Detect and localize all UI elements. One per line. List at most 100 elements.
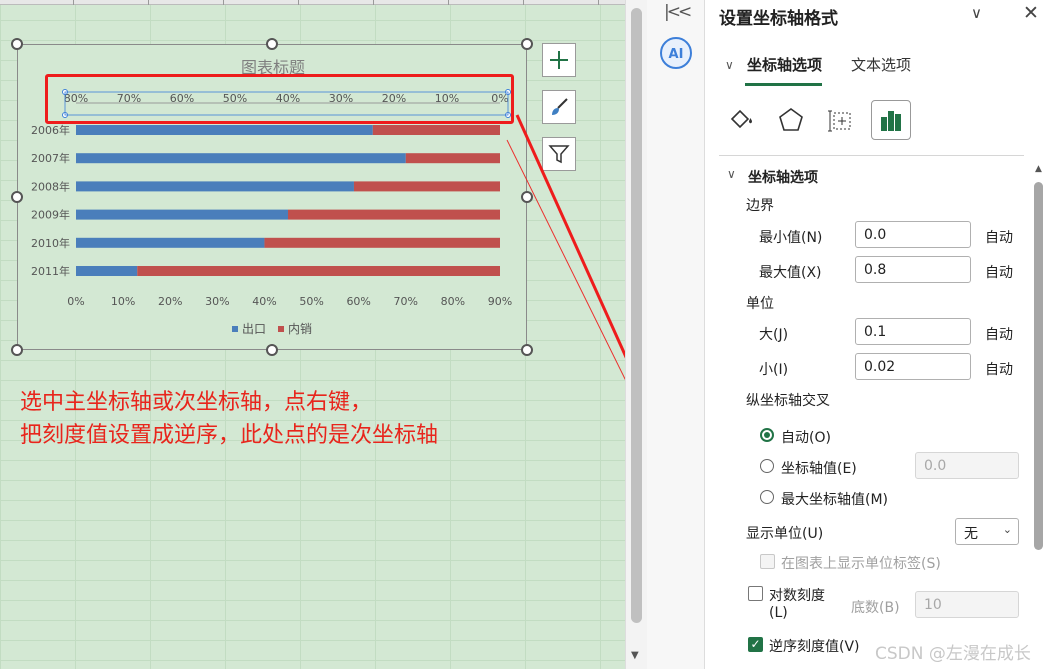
bar-export[interactable] [76, 153, 406, 164]
min-value-input[interactable] [855, 221, 971, 248]
scroll-down-arrow-icon[interactable]: ▼ [631, 650, 639, 661]
sheet-scroll-thumb[interactable] [631, 8, 642, 623]
reverse-order-checkbox[interactable]: ✓ [748, 637, 763, 652]
resize-handle-bottom[interactable] [266, 344, 278, 356]
highlight-secondary-axis-box [45, 74, 514, 124]
primary-axis-tick-label[interactable]: 90% [488, 295, 512, 308]
minor-auto-button[interactable]: 自动 [985, 359, 1013, 379]
pane-options-chevron-icon[interactable]: ∨ [971, 4, 982, 22]
min-auto-button[interactable]: 自动 [985, 227, 1013, 247]
log-base-input[interactable] [915, 591, 1019, 618]
section-chevron-icon[interactable]: ∨ [727, 167, 736, 181]
effects-category[interactable] [771, 100, 811, 140]
cross-auto-label[interactable]: 自动(O) [781, 427, 831, 447]
bar-export[interactable] [76, 237, 265, 248]
svg-text:AI: AI [669, 47, 684, 62]
primary-axis-tick-label[interactable]: 40% [252, 295, 276, 308]
bar-domestic[interactable] [353, 181, 500, 192]
chart-styles-button[interactable] [542, 90, 576, 124]
resize-handle-right[interactable] [521, 191, 533, 203]
major-auto-button[interactable]: 自动 [985, 324, 1013, 344]
plus-icon [550, 51, 568, 69]
bar-export[interactable] [76, 209, 288, 220]
show-units-label-checkbox[interactable] [760, 554, 775, 569]
ai-assistant-icon[interactable]: AI [659, 36, 693, 70]
primary-axis-tick-label[interactable]: 60% [346, 295, 370, 308]
chart-filters-button[interactable] [542, 137, 576, 171]
close-icon[interactable]: ✕ [1023, 2, 1039, 24]
bar-domestic[interactable] [288, 209, 500, 220]
cross-max-label[interactable]: 最大坐标轴值(M) [781, 489, 888, 509]
bar-export[interactable] [76, 125, 373, 135]
resize-handle-left[interactable] [11, 191, 23, 203]
reverse-order-label[interactable]: 逆序刻度值(V) [769, 636, 860, 656]
pentagon-icon [779, 108, 803, 131]
axis-options-category[interactable] [871, 100, 911, 140]
minor-unit-label: 小(I) [759, 362, 789, 378]
log-scale-checkbox[interactable] [748, 586, 763, 601]
max-value-input[interactable] [855, 256, 971, 283]
collapse-pane-icon[interactable]: |<< [664, 2, 692, 22]
major-unit-input[interactable] [855, 318, 971, 345]
cross-value-label[interactable]: 坐标轴值(E) [781, 458, 857, 478]
display-units-select[interactable]: 无 ⌄ [955, 518, 1019, 545]
category-label: 2007年 [31, 151, 70, 165]
pane-vertical-scrollbar[interactable]: ▲ [1030, 156, 1048, 669]
bar-export[interactable] [76, 266, 138, 276]
primary-axis-tick-label[interactable]: 70% [394, 295, 418, 308]
bounds-label: 边界 [746, 198, 774, 214]
tab-text-options[interactable]: 文本选项 [851, 54, 911, 75]
chart-legend[interactable]: 出口 内销 [232, 322, 312, 336]
pane-scroll-thumb[interactable] [1034, 182, 1043, 550]
primary-axis-tick-label[interactable]: 30% [205, 295, 229, 308]
sheet-vertical-scrollbar[interactable]: ▼ [625, 0, 647, 669]
annotation-line-1: 选中主坐标轴或次坐标轴，点右键， [20, 390, 373, 415]
chevron-down-icon: ∨ [725, 58, 734, 72]
chart-elements-button[interactable] [542, 43, 576, 77]
resize-handle-bottom-left[interactable] [11, 344, 23, 356]
tab-axis-options[interactable]: 坐标轴选项 [747, 54, 822, 75]
bar-domestic[interactable] [264, 237, 500, 248]
section-axis-options[interactable]: 坐标轴选项 [748, 167, 818, 187]
category-label: 2006年 [31, 123, 70, 137]
cross-auto-radio[interactable] [760, 428, 774, 442]
category-label: 2009年 [31, 208, 70, 222]
cross-value-input[interactable] [915, 452, 1019, 479]
resize-handle-top-left[interactable] [11, 38, 23, 50]
size-properties-category[interactable] [821, 100, 861, 140]
annotation-line-2: 把刻度值设置成逆序，此处点的是次坐标轴 [20, 423, 439, 448]
bar-domestic[interactable] [405, 153, 500, 164]
resize-handle-top-right[interactable] [521, 38, 533, 50]
bar-domestic[interactable] [372, 125, 500, 135]
fill-line-category[interactable] [721, 100, 761, 140]
cross-max-radio[interactable] [760, 490, 774, 504]
display-units-label: 显示单位(U) [746, 526, 824, 542]
bar-export[interactable] [76, 181, 354, 192]
legend-label-domestic: 内销 [288, 322, 312, 336]
resize-handle-bottom-right[interactable] [521, 344, 533, 356]
minor-unit-input[interactable] [855, 353, 971, 380]
show-units-label-text: 在图表上显示单位标签(S) [781, 556, 941, 572]
size-properties-icon [828, 110, 851, 132]
primary-axis-tick-label[interactable]: 20% [158, 295, 182, 308]
brush-icon [552, 98, 568, 115]
major-unit-label: 大(J) [759, 327, 789, 343]
legend-label-export: 出口 [242, 322, 266, 336]
primary-axis-tick-label[interactable]: 50% [299, 295, 323, 308]
log-scale-label: 对数刻度 [769, 588, 825, 604]
primary-axis-tick-label[interactable]: 0% [67, 295, 84, 308]
cross-value-radio[interactable] [760, 459, 774, 473]
chevron-down-icon: ⌄ [1002, 523, 1012, 536]
units-label: 单位 [746, 296, 774, 312]
log-scale-label-key: (L) [769, 605, 788, 621]
max-auto-button[interactable]: 自动 [985, 262, 1013, 282]
column-header-strip[interactable] [0, 0, 625, 5]
primary-axis-tick-label[interactable]: 80% [441, 295, 465, 308]
primary-axis-tick-label[interactable]: 10% [111, 295, 135, 308]
max-label: 最大值(X) [759, 265, 822, 281]
bar-domestic[interactable] [137, 266, 500, 276]
annotation-text: 选中主坐标轴或次坐标轴，点右键， 把刻度值设置成逆序，此处点的是次坐标轴 [20, 386, 438, 452]
scroll-up-arrow-icon[interactable]: ▲ [1035, 164, 1042, 174]
format-axis-pane: 设置坐标轴格式 ∨ ✕ ∨ 坐标轴选项 文本选项 ∨ 坐标轴选项 边界 最小值(… [705, 0, 1060, 669]
resize-handle-top[interactable] [266, 38, 278, 50]
